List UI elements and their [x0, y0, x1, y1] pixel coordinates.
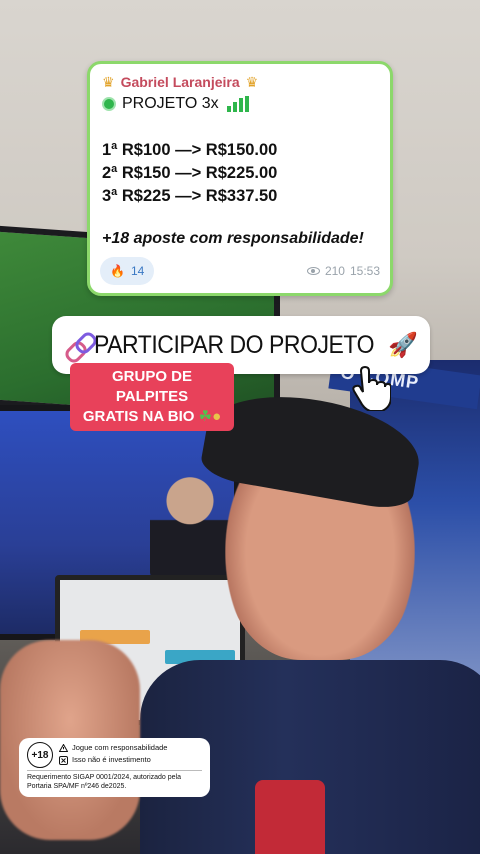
rocket-icon: 🚀: [388, 331, 418, 359]
post-line: 3ª R$225 —> R$337.50: [102, 187, 278, 205]
post-line: 1ª R$100 —> R$150.00: [102, 141, 278, 159]
post-time: 15:53: [349, 264, 380, 278]
eye-icon: [306, 267, 320, 275]
post-footer: +18 aposte com responsabilidade!: [102, 230, 364, 247]
fire-icon: 🔥: [110, 264, 125, 278]
telegram-post-card: ♛ Gabriel Laranjeira ♛ PROJETO 3x 1ª R$1…: [87, 61, 393, 296]
notice-legal: Requerimento SIGAP 0001/2024, autorizado…: [27, 774, 181, 790]
post-sender: ♛ Gabriel Laranjeira ♛: [102, 72, 378, 92]
post-title-text: PROJETO 3x: [122, 95, 219, 112]
sender-name: Gabriel Laranjeira: [120, 74, 240, 90]
post-lines: 1ª R$100 —> R$150.00 2ª R$150 —> R$225.0…: [102, 139, 378, 208]
crown-icon: ♛: [102, 73, 115, 90]
notice-not-investment: Isso não é investimento: [72, 755, 151, 764]
link-icon: [64, 330, 86, 360]
responsible-gambling-notice: +18 Jogue com responsabilidade Isso não …: [19, 738, 210, 797]
view-count: 210: [324, 264, 345, 278]
promo-tag[interactable]: GRUPO DE PALPITES GRATIS NA BIO ☘●: [70, 363, 234, 431]
post-title: PROJETO 3x: [102, 93, 378, 115]
notice-responsible: Jogue com responsabilidade: [72, 743, 168, 752]
shirt-stripe: [255, 780, 325, 854]
x-box-icon: [59, 755, 68, 765]
green-circle-icon: [102, 97, 116, 111]
promo-line-1: GRUPO DE PALPITES: [111, 368, 192, 405]
coach-figure: [150, 470, 230, 580]
reaction-count: 14: [130, 264, 145, 278]
participate-label: PARTICIPAR DO PROJETO: [93, 330, 374, 359]
chart-increasing-icon: [226, 96, 249, 112]
age-badge: +18: [27, 742, 53, 768]
money-bag-icon: ●: [212, 408, 222, 425]
promo-line-2: GRATIS NA BIO: [82, 408, 195, 425]
warning-icon: [59, 744, 68, 752]
reaction-button[interactable]: 🔥 14: [100, 257, 155, 285]
post-line: 2ª R$150 —> R$225.00: [102, 164, 278, 182]
crown-icon: ♛: [245, 73, 259, 90]
hand-pointer-icon: [348, 357, 391, 411]
post-meta: 210 15:53: [306, 264, 380, 278]
four-leaf-clover-icon: ☘: [198, 408, 213, 425]
